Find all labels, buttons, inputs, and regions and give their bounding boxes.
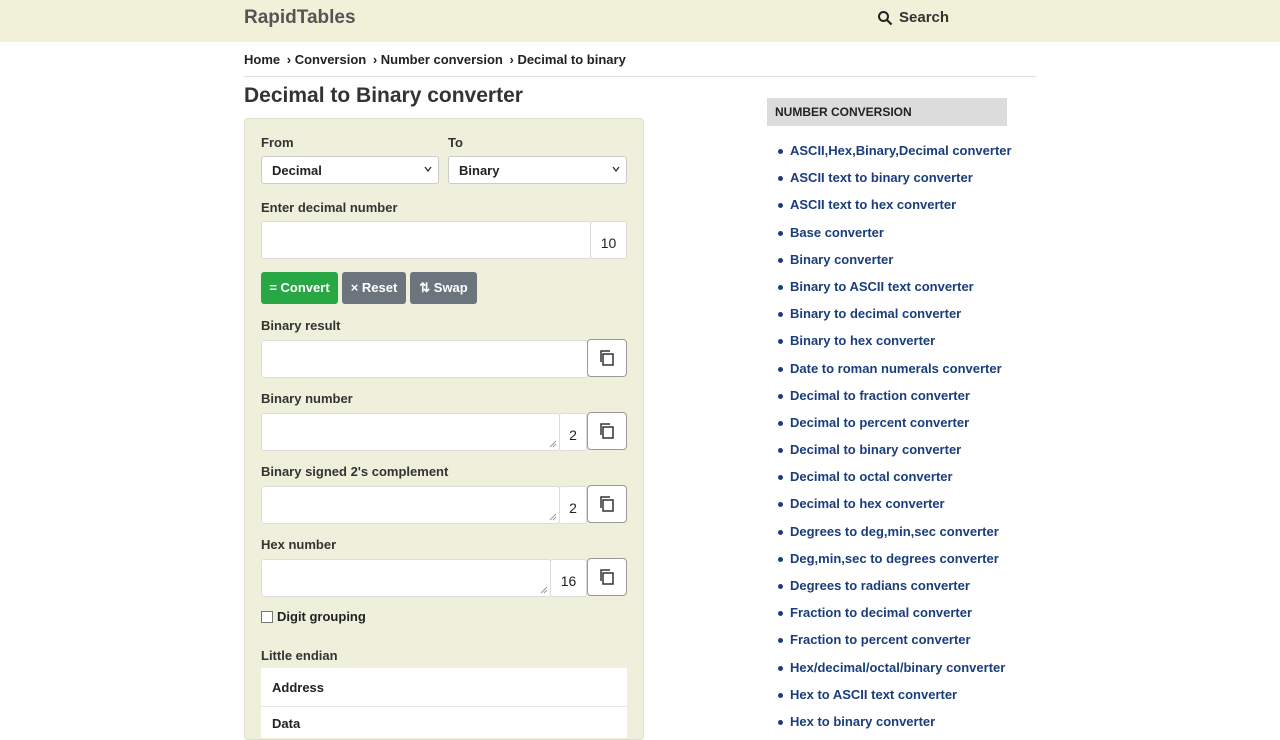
input-label: Enter decimal number — [261, 200, 398, 215]
sidebar-link[interactable]: Fraction to decimal converter — [778, 600, 1012, 627]
search-button[interactable]: Search — [877, 9, 949, 26]
copy-icon — [600, 496, 614, 512]
sidebar-link[interactable]: Date to roman numerals converter — [778, 356, 1012, 383]
digit-grouping-checkbox[interactable] — [261, 610, 273, 623]
breadcrumb-number-conversion[interactable]: › Number conversion — [373, 52, 503, 67]
sidebar-link[interactable]: Deg,min,sec to degrees converter — [778, 546, 1012, 573]
sidebar-link[interactable]: Binary converter — [778, 247, 1012, 274]
table-divider — [261, 706, 627, 707]
sidebar-link[interactable]: Base converter — [778, 220, 1012, 247]
sidebar-link[interactable]: Decimal to fraction converter — [778, 383, 1012, 410]
sidebar-link[interactable]: Binary to ASCII text converter — [778, 274, 1012, 301]
sidebar-link[interactable]: ASCII text to hex converter — [778, 192, 1012, 219]
binary-result-field[interactable] — [261, 340, 588, 378]
swap-button[interactable]: ⇅ Swap — [410, 272, 477, 304]
little-endian-table: Address Data — [261, 668, 627, 738]
copy-hex-number-button[interactable] — [587, 558, 627, 596]
to-select[interactable]: Binary — [448, 156, 627, 184]
from-select[interactable]: Decimal — [261, 156, 439, 184]
from-label: From — [261, 135, 294, 150]
resize-handle-icon[interactable] — [549, 513, 557, 521]
table-address-header: Address — [272, 680, 325, 695]
copy-binary-number-button[interactable] — [587, 412, 627, 450]
breadcrumb-current[interactable]: › Decimal to binary — [510, 52, 626, 67]
hex-number-label: Hex number — [261, 537, 337, 552]
sidebar-link[interactable]: Hex/decimal/octal/binary converter — [778, 655, 1012, 682]
sidebar-link[interactable]: Hex to binary converter — [778, 709, 1012, 736]
search-icon — [878, 10, 893, 25]
binary-number-field[interactable] — [261, 413, 560, 451]
sidebar-link[interactable]: Degrees to radians converter — [778, 573, 1012, 600]
copy-signed-complement-button[interactable] — [587, 485, 627, 523]
binary-number-label: Binary number — [261, 391, 353, 406]
logo[interactable]: RapidTables — [244, 7, 356, 29]
digit-grouping-label: Digit grouping — [277, 609, 366, 624]
little-endian-label: Little endian — [261, 648, 338, 663]
signed-complement-label: Binary signed 2's complement — [261, 464, 449, 479]
reset-button[interactable]: × Reset — [342, 272, 406, 304]
copy-icon — [600, 569, 614, 585]
binary-number-radix: 2 — [559, 413, 587, 451]
to-label: To — [448, 135, 463, 150]
sidebar-link[interactable]: Hex to ASCII text converter — [778, 682, 1012, 709]
divider — [244, 76, 1036, 77]
to-select-value: Binary — [459, 163, 500, 178]
input-radix: 10 — [590, 221, 627, 259]
hex-number-radix: 16 — [550, 559, 587, 597]
sidebar-link[interactable]: Binary to decimal converter — [778, 301, 1012, 328]
hex-number-field[interactable] — [261, 559, 551, 597]
chevron-down-icon — [424, 166, 432, 173]
breadcrumb: Home › Conversion › Number conversion › … — [244, 52, 629, 67]
binary-result-label: Binary result — [261, 318, 341, 333]
copy-icon — [600, 423, 614, 439]
signed-complement-field[interactable] — [261, 486, 560, 524]
sidebar-link[interactable]: Binary to hex converter — [778, 328, 1012, 355]
sidebar-link[interactable]: Degrees to deg,min,sec converter — [778, 519, 1012, 546]
breadcrumb-conversion[interactable]: › Conversion — [287, 52, 366, 67]
sidebar-list: ASCII,Hex,Binary,Decimal converter ASCII… — [778, 138, 1012, 736]
from-select-value: Decimal — [272, 163, 322, 178]
page-title: Decimal to Binary converter — [244, 84, 523, 107]
sidebar-link[interactable]: Decimal to hex converter — [778, 491, 1012, 518]
sidebar-link[interactable]: Decimal to binary converter — [778, 437, 1012, 464]
convert-button[interactable]: = Convert — [261, 272, 338, 304]
resize-handle-icon[interactable] — [549, 440, 557, 448]
top-bar: RapidTables Search — [0, 0, 1280, 42]
sidebar-link[interactable]: ASCII,Hex,Binary,Decimal converter — [778, 138, 1012, 165]
sidebar-link[interactable]: Fraction to percent converter — [778, 627, 1012, 654]
breadcrumb-home[interactable]: Home — [244, 52, 280, 67]
copy-binary-result-button[interactable] — [587, 339, 627, 377]
copy-icon — [600, 350, 614, 366]
sidebar-heading: NUMBER CONVERSION — [767, 98, 1007, 126]
digit-grouping-row: Digit grouping — [261, 609, 366, 624]
search-label: Search — [899, 9, 950, 26]
resize-handle-icon[interactable] — [540, 586, 548, 594]
sidebar-link[interactable]: Decimal to octal converter — [778, 464, 1012, 491]
sidebar-link[interactable]: ASCII text to binary converter — [778, 165, 1012, 192]
chevron-down-icon — [612, 166, 620, 173]
table-data-header: Data — [272, 716, 301, 731]
decimal-input[interactable] — [261, 221, 591, 259]
sidebar-link[interactable]: Decimal to percent converter — [778, 410, 1012, 437]
signed-complement-radix: 2 — [559, 486, 587, 524]
